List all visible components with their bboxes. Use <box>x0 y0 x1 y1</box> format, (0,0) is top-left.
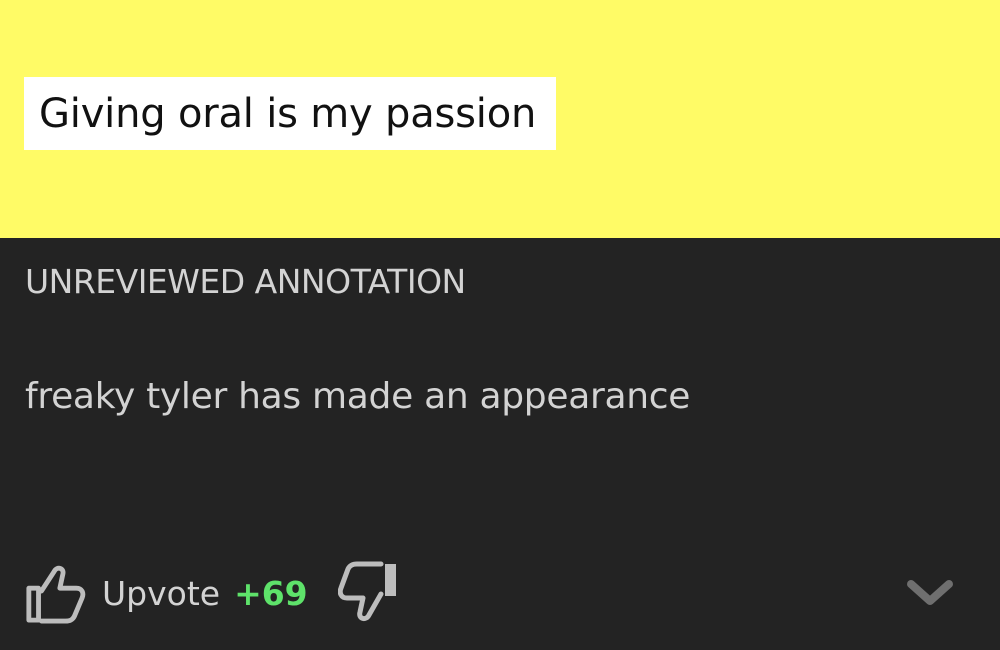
vote-score: +69 <box>234 573 308 613</box>
lyric-text[interactable]: Giving oral is my passion <box>39 91 536 137</box>
expand-annotation-button[interactable] <box>904 576 956 610</box>
upvote-label: Upvote <box>102 573 221 613</box>
thumbs-down-icon <box>337 561 396 622</box>
lyric-highlight[interactable]: Giving oral is my passion <box>24 77 557 150</box>
annotation-panel: UNREVIEWED ANNOTATION freaky tyler has m… <box>0 238 1000 650</box>
upvote-button[interactable]: Upvote <box>24 561 220 625</box>
lyric-section: Giving oral is my passion <box>0 0 1000 238</box>
thumbs-up-icon <box>26 565 86 624</box>
annotation-card: Giving oral is my passion UNREVIEWED ANN… <box>0 0 1000 650</box>
annotation-body-text: freaky tyler has made an appearance <box>25 376 691 417</box>
vote-bar: Upvote +69 <box>24 560 402 626</box>
annotation-status-label: UNREVIEWED ANNOTATION <box>25 262 466 301</box>
chevron-down-icon <box>907 580 953 605</box>
downvote-button[interactable] <box>337 561 402 625</box>
